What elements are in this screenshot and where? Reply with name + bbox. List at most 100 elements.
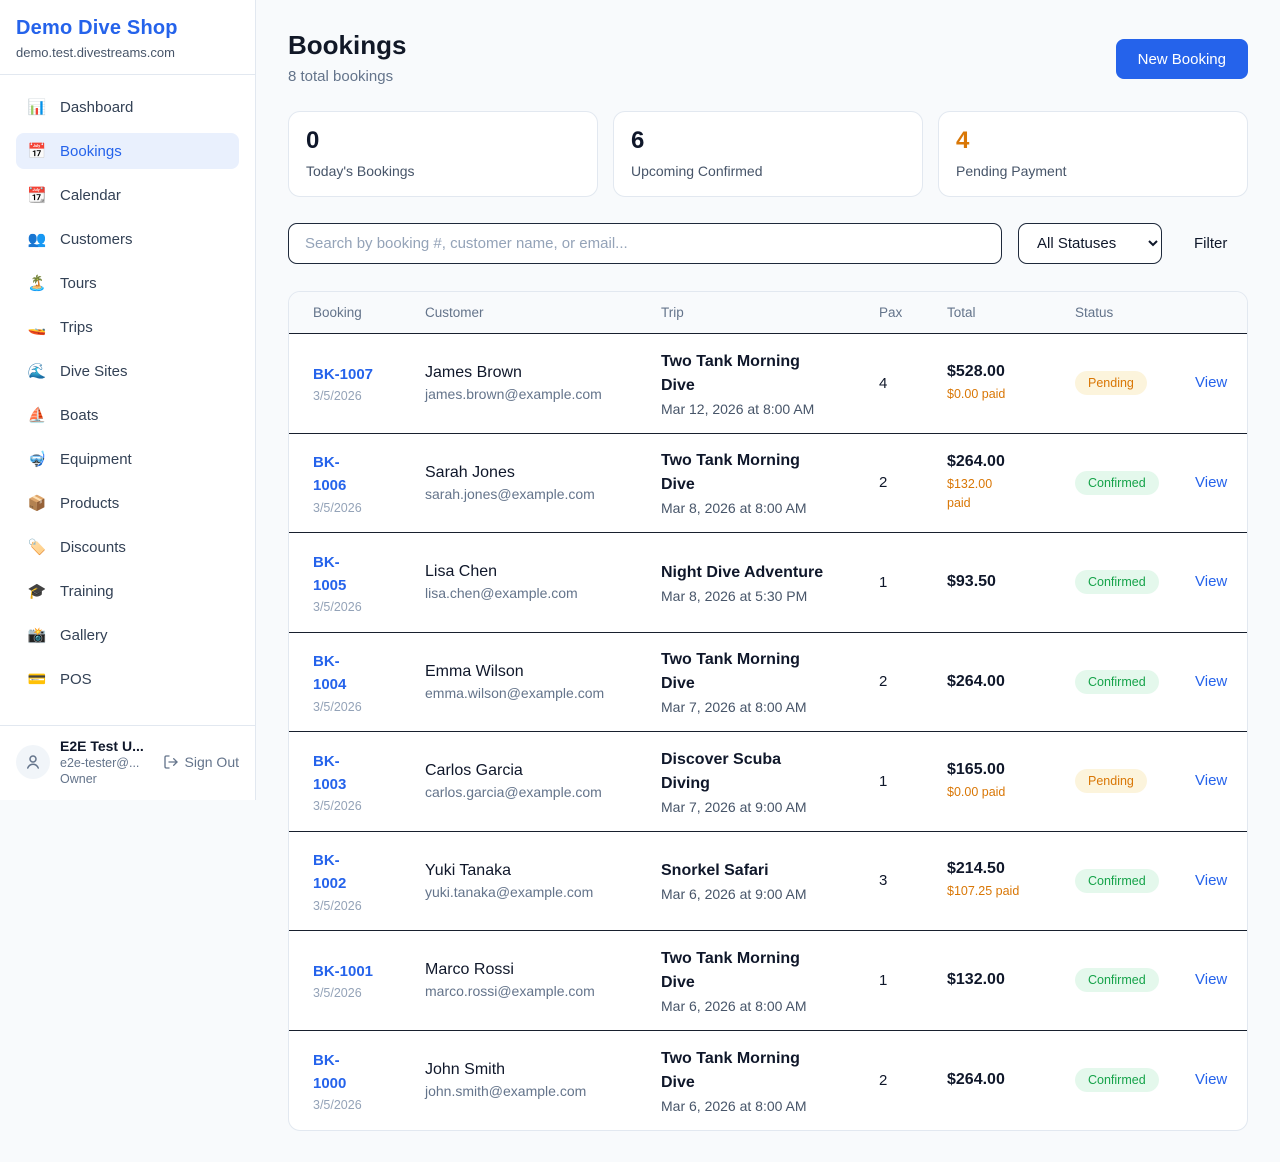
sidebar-footer: E2E Test U... e2e-tester@... Owner Sign … bbox=[0, 725, 255, 800]
customer-name: John Smith bbox=[425, 1061, 661, 1079]
view-link[interactable]: View bbox=[1195, 374, 1227, 391]
customer-cell: Yuki Tanakayuki.tanaka@example.com bbox=[425, 862, 661, 900]
total-amount: $264.00 bbox=[947, 1071, 1075, 1089]
main-content: Bookings 8 total bookings New Booking 0 … bbox=[256, 0, 1280, 1131]
calendar-date-icon: 📅 bbox=[27, 142, 47, 160]
total-amount: $93.50 bbox=[947, 573, 1075, 591]
pax-count: 3 bbox=[879, 872, 947, 889]
status-badge: Confirmed bbox=[1075, 1068, 1159, 1092]
sidebar-item-calendar[interactable]: 📆Calendar bbox=[16, 177, 239, 213]
pax-count: 2 bbox=[879, 1072, 947, 1089]
view-link[interactable]: View bbox=[1195, 772, 1227, 789]
trip-name: Discover Scuba Diving bbox=[661, 748, 826, 796]
booking-id-link[interactable]: BK- 1005 bbox=[313, 554, 346, 594]
search-input[interactable] bbox=[288, 223, 1002, 264]
booking-id-link[interactable]: BK- 1006 bbox=[313, 454, 346, 494]
table-row: BK- 10063/5/2026Sarah Jonessarah.jones@e… bbox=[289, 434, 1247, 534]
booking-id-link[interactable]: BK- 1004 bbox=[313, 653, 346, 693]
view-link[interactable]: View bbox=[1195, 474, 1227, 491]
trip-cell: Snorkel SafariMar 6, 2026 at 9:00 AM bbox=[661, 859, 879, 902]
sidebar-item-trips[interactable]: 🚤Trips bbox=[16, 309, 239, 345]
table-row: BK-10073/5/2026James Brownjames.brown@ex… bbox=[289, 334, 1247, 434]
new-booking-button[interactable]: New Booking bbox=[1116, 39, 1248, 79]
stats-row: 0 Today's Bookings 6 Upcoming Confirmed … bbox=[288, 111, 1248, 197]
user-role: Owner bbox=[60, 772, 153, 786]
view-link[interactable]: View bbox=[1195, 872, 1227, 889]
customer-email: carlos.garcia@example.com bbox=[425, 784, 661, 800]
booking-cell: BK-1001 3/5/2026 bbox=[313, 960, 425, 1000]
booking-id-link[interactable]: BK-1007 bbox=[313, 366, 373, 383]
trip-datetime: Mar 6, 2026 at 8:00 AM bbox=[661, 998, 879, 1014]
view-link[interactable]: View bbox=[1195, 673, 1227, 690]
booking-id-link[interactable]: BK- 1003 bbox=[313, 753, 346, 793]
customer-cell: Sarah Jonessarah.jones@example.com bbox=[425, 464, 661, 502]
trip-datetime: Mar 8, 2026 at 5:30 PM bbox=[661, 588, 879, 604]
total-cell: $132.00 bbox=[947, 971, 1075, 989]
sidebar-item-label: Equipment bbox=[60, 451, 132, 468]
sidebar-item-label: Training bbox=[60, 583, 114, 600]
status-cell: Confirmed bbox=[1075, 670, 1195, 694]
total-amount: $132.00 bbox=[947, 971, 1075, 989]
sidebar-item-label: Dive Sites bbox=[60, 363, 128, 380]
booking-cell: BK- 10053/5/2026 bbox=[313, 551, 425, 615]
sidebar-item-equipment[interactable]: 🤿Equipment bbox=[16, 441, 239, 477]
sidebar-item-label: Customers bbox=[60, 231, 133, 248]
booking-id-link[interactable]: BK-1001 bbox=[313, 963, 373, 980]
sidebar: Demo Dive Shop demo.test.divestreams.com… bbox=[0, 0, 256, 800]
sidebar-item-label: Calendar bbox=[60, 187, 121, 204]
view-cell: View bbox=[1195, 673, 1227, 691]
sidebar-item-label: POS bbox=[60, 671, 92, 688]
sidebar-item-label: Dashboard bbox=[60, 99, 133, 116]
sidebar-item-products[interactable]: 📦Products bbox=[16, 485, 239, 521]
view-link[interactable]: View bbox=[1195, 1071, 1227, 1088]
bar-chart-icon: 📊 bbox=[27, 98, 47, 116]
sidebar-item-dive-sites[interactable]: 🌊Dive Sites bbox=[16, 353, 239, 389]
sidebar-item-boats[interactable]: ⛵Boats bbox=[16, 397, 239, 433]
booking-cell: BK- 10023/5/2026 bbox=[313, 849, 425, 913]
user-info: E2E Test U... e2e-tester@... Owner bbox=[60, 738, 153, 786]
speedboat-icon: 🚤 bbox=[27, 318, 47, 336]
bookings-table: Booking Customer Trip Pax Total Status B… bbox=[288, 291, 1248, 1131]
sidebar-item-dashboard[interactable]: 📊 Dashboard bbox=[16, 89, 239, 125]
booking-id-link[interactable]: BK- 1002 bbox=[313, 852, 346, 892]
tag-icon: 🏷️ bbox=[27, 538, 47, 556]
view-link[interactable]: View bbox=[1195, 971, 1227, 988]
status-cell: Confirmed bbox=[1075, 968, 1195, 992]
filter-row: All Statuses Filter bbox=[288, 223, 1248, 264]
stat-label: Upcoming Confirmed bbox=[631, 163, 905, 179]
customer-email: yuki.tanaka@example.com bbox=[425, 884, 661, 900]
sidebar-item-training[interactable]: 🎓Training bbox=[16, 573, 239, 609]
booking-date: 3/5/2026 bbox=[313, 986, 425, 1000]
status-badge: Confirmed bbox=[1075, 471, 1159, 495]
sign-out-label: Sign Out bbox=[185, 754, 239, 770]
view-cell: View bbox=[1195, 573, 1227, 591]
customer-email: john.smith@example.com bbox=[425, 1083, 661, 1099]
stat-value: 0 bbox=[306, 127, 580, 155]
sidebar-item-gallery[interactable]: 📸Gallery bbox=[16, 617, 239, 653]
column-header-booking: Booking bbox=[313, 305, 425, 320]
customer-email: marco.rossi@example.com bbox=[425, 983, 661, 999]
booking-cell: BK- 10063/5/2026 bbox=[313, 451, 425, 515]
customer-name: Emma Wilson bbox=[425, 663, 661, 681]
total-cell: $264.00$132.00 paid bbox=[947, 453, 1075, 513]
filter-button[interactable]: Filter bbox=[1194, 235, 1227, 252]
pax-count: 1 bbox=[879, 773, 947, 790]
sidebar-item-label: Products bbox=[60, 495, 119, 512]
sidebar-item-discounts[interactable]: 🏷️Discounts bbox=[16, 529, 239, 565]
stat-label: Today's Bookings bbox=[306, 163, 580, 179]
sidebar-item-customers[interactable]: 👥Customers bbox=[16, 221, 239, 257]
sidebar-item-tours[interactable]: 🏝️Tours bbox=[16, 265, 239, 301]
view-cell: View bbox=[1195, 872, 1227, 890]
view-link[interactable]: View bbox=[1195, 573, 1227, 590]
sign-out-button[interactable]: Sign Out bbox=[163, 754, 239, 770]
sidebar-item-pos[interactable]: 💳POS bbox=[16, 661, 239, 697]
view-cell: View bbox=[1195, 474, 1227, 492]
status-cell: Confirmed bbox=[1075, 570, 1195, 594]
sidebar-item-bookings[interactable]: 📅Bookings bbox=[16, 133, 239, 169]
logo-block: Demo Dive Shop demo.test.divestreams.com bbox=[0, 0, 255, 75]
stat-value: 4 bbox=[956, 127, 1230, 155]
paid-amount: $107.25 paid bbox=[947, 882, 1075, 901]
booking-id-link[interactable]: BK- 1000 bbox=[313, 1052, 346, 1092]
status-select[interactable]: All Statuses bbox=[1018, 223, 1162, 264]
pax-count: 2 bbox=[879, 673, 947, 690]
